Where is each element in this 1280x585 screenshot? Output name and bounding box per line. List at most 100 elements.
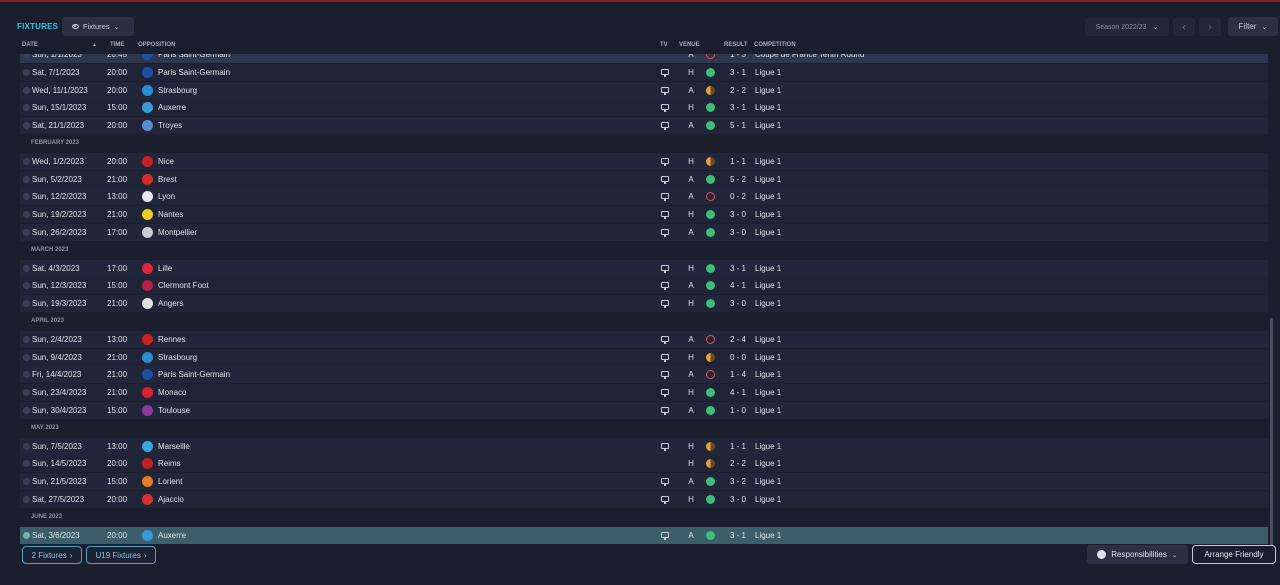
competition-name[interactable]: Ligue 1 <box>755 82 781 99</box>
opposition-name[interactable]: Paris Saint-Germain <box>158 64 230 81</box>
opposition-name[interactable]: Brest <box>158 171 177 188</box>
fixture-row[interactable]: Sun, 2/4/2023 13:00 Rennes A 2 - 4 Ligue 1 <box>20 330 1268 348</box>
previous-season-button[interactable]: ‹ <box>1173 18 1195 36</box>
score: 3 - 2 <box>729 477 746 487</box>
fixtures-header: FIXTURES Fixtures ⌄ Season 2022/23 ⌄ ‹ ›… <box>0 14 1280 40</box>
competition-name[interactable]: Ligue 1 <box>755 224 781 241</box>
sort-ascending-icon[interactable]: ▲ <box>92 42 97 48</box>
fixture-row[interactable]: Sat, 7/1/2023 20:00 Paris Saint-Germain H 3 … <box>20 63 1268 81</box>
fixture-row[interactable]: Sun, 19/2/2023 21:00 Nantes H 3 - 0 Ligue 1 <box>20 206 1268 224</box>
score: 4 - 1 <box>729 281 746 291</box>
competition-name[interactable]: Ligue 1 <box>755 349 781 366</box>
competition-name[interactable]: Ligue 1 <box>755 188 781 205</box>
column-header-opposition[interactable]: OPPOSITION <box>138 42 175 48</box>
competition-name[interactable]: Ligue 1 <box>755 366 781 383</box>
column-header-venue[interactable]: VENUE <box>679 42 700 48</box>
opposition-name[interactable]: Rennes <box>158 331 186 348</box>
competition-name[interactable]: Ligue 1 <box>755 473 781 490</box>
fixture-row[interactable]: Wed, 11/1/2023 20:00 Strasbourg A 2 - 2 Ligue… <box>20 81 1268 99</box>
responsibilities-button[interactable]: Responsibilities ⌄ <box>1087 545 1188 564</box>
column-header-competition[interactable]: COMPETITION <box>754 42 796 48</box>
competition-name[interactable]: Ligue 1 <box>755 491 781 508</box>
competition-name[interactable]: Ligue 1 <box>755 438 781 455</box>
next-season-button[interactable]: › <box>1199 18 1221 36</box>
column-header-tv[interactable]: TV <box>660 42 668 48</box>
fixture-row[interactable]: Sat, 3/6/2023 20:00 Auxerre A 3 - 1 Ligue 1 <box>20 526 1268 544</box>
column-header-result[interactable]: RESULT <box>724 42 748 48</box>
opposition-name[interactable]: Lyon <box>158 188 175 205</box>
fixture-row[interactable]: Sun, 21/5/2023 15:00 Lorient A 3 - 2 Ligue 1 <box>20 473 1268 491</box>
column-header-date[interactable]: DATE <box>22 42 38 48</box>
filter-button[interactable]: Filter ⌄ <box>1228 17 1278 36</box>
competition-name[interactable]: Ligue 1 <box>755 171 781 188</box>
fixture-row[interactable]: Sat, 21/1/2023 20:00 Troyes A 5 - 1 Ligue 1 <box>20 117 1268 135</box>
club-crest-icon <box>142 120 153 132</box>
fixture-row[interactable]: Sun, 1/1/2023 20:45 Paris Saint-Germain A 1 … <box>20 54 1268 63</box>
vertical-scrollbar[interactable] <box>1270 318 1273 546</box>
opposition-name[interactable]: Strasbourg <box>158 82 197 99</box>
competition-name[interactable]: Ligue 1 <box>755 384 781 401</box>
fixture-row[interactable]: Sun, 7/5/2023 13:00 Marseille H 1 - 1 Ligue 1 <box>20 437 1268 455</box>
opposition-name[interactable]: Clermont Foot <box>158 277 209 294</box>
competition-name[interactable]: Ligue 1 <box>755 117 781 134</box>
competition-name[interactable]: Ligue 1 <box>755 402 781 419</box>
win-result-icon <box>706 174 715 184</box>
opposition-name[interactable]: Reims <box>158 455 181 472</box>
u19-fixtures-link-button[interactable]: U19 Fixtures › <box>86 546 156 564</box>
opposition-name[interactable]: Lorient <box>158 473 182 490</box>
opposition-name[interactable]: Paris Saint-Germain <box>158 54 230 63</box>
fixture-row[interactable]: Sun, 14/5/2023 20:00 Reims H 2 - 2 Ligue 1 <box>20 455 1268 473</box>
fixture-row[interactable]: Wed, 1/2/2023 20:00 Nice H 1 - 1 Ligue 1 <box>20 152 1268 170</box>
competition-name[interactable]: Ligue 1 <box>755 99 781 116</box>
opposition-name[interactable]: Auxerre <box>158 527 186 544</box>
fixture-row[interactable]: Sun, 26/2/2023 17:00 Montpellier A 3 - 0 Ligu… <box>20 224 1268 241</box>
opposition-name[interactable]: Lille <box>158 260 172 277</box>
season-selector[interactable]: Season 2022/23 ⌄ <box>1085 18 1169 36</box>
fixture-row[interactable]: Sat, 4/3/2023 17:00 Lille H 3 - 1 Ligue 1 <box>20 259 1268 277</box>
fixtures-link-button[interactable]: 2 Fixtures › <box>22 546 82 564</box>
month-divider: MARCH 2023 <box>20 241 1268 259</box>
opposition-name[interactable]: Montpellier <box>158 224 197 241</box>
fixture-row[interactable]: Sun, 12/3/2023 15:00 Clermont Foot A 4 - 1 Li… <box>20 277 1268 295</box>
opposition-name[interactable]: Angers <box>158 295 183 312</box>
competition-name[interactable]: Ligue 1 <box>755 153 781 170</box>
arrange-friendly-button[interactable]: Arrange Friendly <box>1192 545 1276 564</box>
competition-name[interactable]: Coupe de France Tenth Round <box>755 54 864 63</box>
opposition-name[interactable]: Nice <box>158 153 174 170</box>
competition-name[interactable]: Ligue 1 <box>755 64 781 81</box>
fixture-row[interactable]: Sun, 15/1/2023 15:00 Auxerre H 3 - 1 Ligue 1 <box>20 99 1268 117</box>
tv-icon <box>661 353 669 362</box>
score: 3 - 0 <box>729 495 746 504</box>
view-selector-button[interactable]: Fixtures ⌄ <box>62 17 134 36</box>
opposition-name[interactable]: Toulouse <box>158 402 190 419</box>
row-status-dot <box>23 300 30 308</box>
opposition-name[interactable]: Troyes <box>158 117 182 134</box>
competition-name[interactable]: Ligue 1 <box>755 527 781 544</box>
fixture-row[interactable]: Sun, 9/4/2023 21:00 Strasbourg H 0 - 0 Ligue … <box>20 348 1268 366</box>
opposition-name[interactable]: Ajaccio <box>158 491 184 508</box>
opposition-name[interactable]: Marseille <box>158 438 190 455</box>
competition-name[interactable]: Ligue 1 <box>755 331 781 348</box>
fixture-row[interactable]: Sat, 27/5/2023 20:00 Ajaccio H 3 - 0 Ligue 1 <box>20 491 1268 508</box>
fixture-time: 21:00 <box>107 370 128 380</box>
column-header-time[interactable]: TIME <box>110 42 124 48</box>
fixture-row[interactable]: Sun, 23/4/2023 21:00 Monaco H 4 - 1 Ligue 1 <box>20 384 1268 402</box>
competition-name[interactable]: Ligue 1 <box>755 260 781 277</box>
opposition-name[interactable]: Strasbourg <box>158 349 197 366</box>
fixture-row[interactable]: Sun, 5/2/2023 21:00 Brest A 5 - 2 Ligue 1 <box>20 170 1268 188</box>
opposition-name[interactable]: Monaco <box>158 384 186 401</box>
competition-name[interactable]: Ligue 1 <box>755 206 781 223</box>
fixture-row[interactable]: Sun, 30/4/2023 15:00 Toulouse A 1 - 0 Ligue 1 <box>20 402 1268 419</box>
fixture-row[interactable]: Sun, 12/2/2023 13:00 Lyon A 0 - 2 Ligue 1 <box>20 188 1268 206</box>
venue: H <box>688 156 694 166</box>
fixture-row[interactable]: Fri, 14/4/2023 21:00 Paris Saint-Germain A 1… <box>20 366 1268 384</box>
competition-name[interactable]: Ligue 1 <box>755 277 781 294</box>
competition-name[interactable]: Ligue 1 <box>755 295 781 312</box>
venue: A <box>688 192 694 202</box>
opposition-name[interactable]: Paris Saint-Germain <box>158 366 230 383</box>
competition-name[interactable]: Ligue 1 <box>755 455 781 472</box>
fixture-date: Fri, 14/4/2023 <box>32 370 82 380</box>
fixture-row[interactable]: Sun, 19/3/2023 21:00 Angers H 3 - 0 Ligue 1 <box>20 295 1268 313</box>
opposition-name[interactable]: Nantes <box>158 206 183 223</box>
opposition-name[interactable]: Auxerre <box>158 99 186 116</box>
